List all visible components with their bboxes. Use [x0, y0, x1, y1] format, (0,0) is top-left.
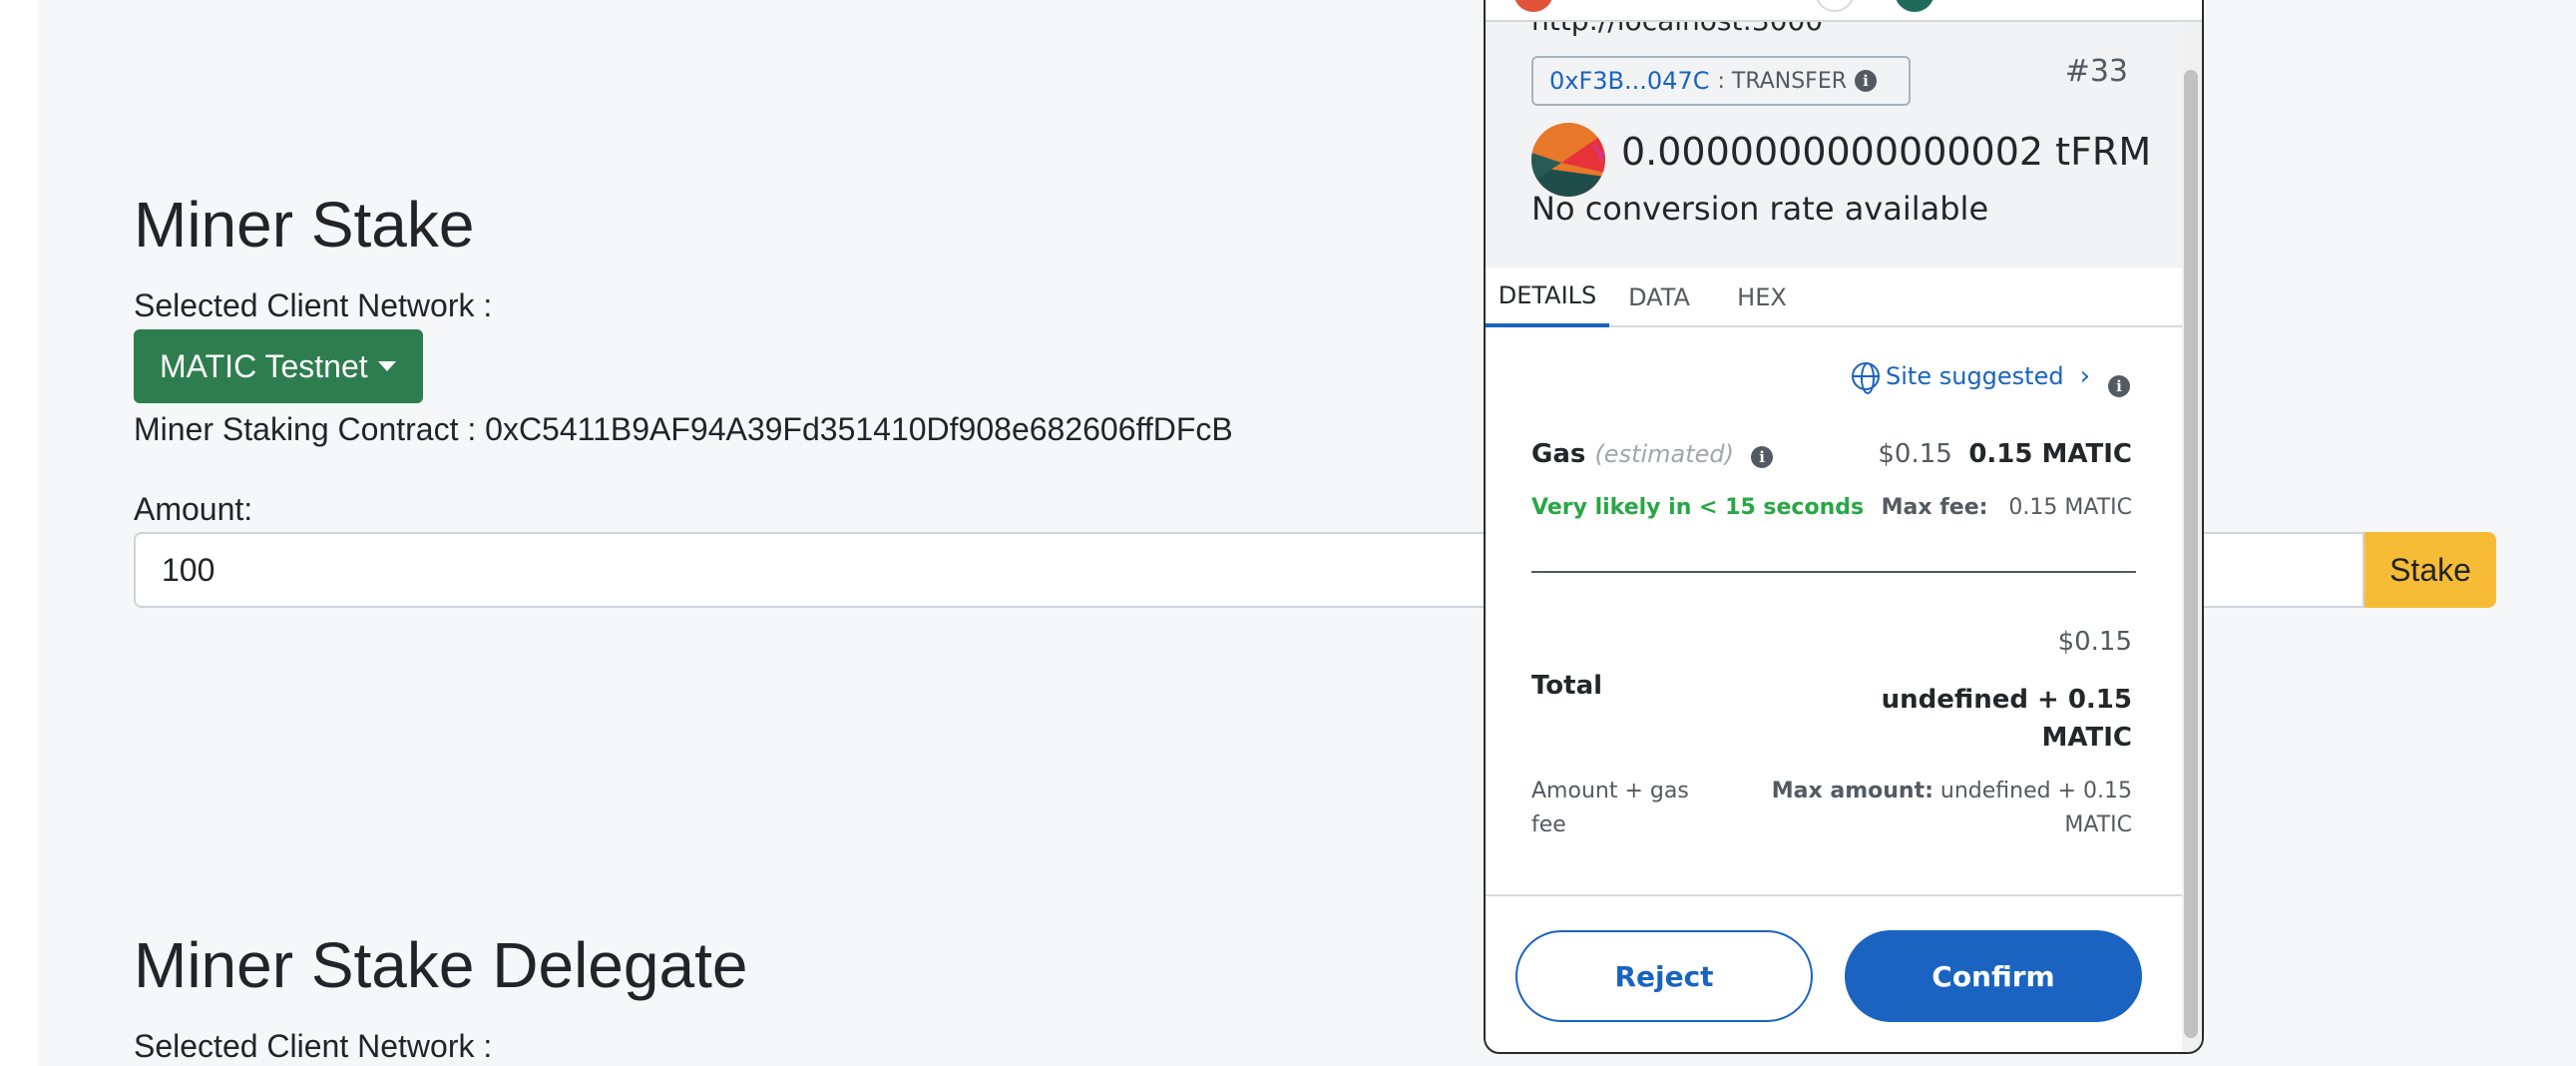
gas-estimated: (estimated) — [1594, 440, 1735, 468]
caret-down-icon — [377, 361, 396, 371]
gas-speed: Very likely in < 15 seconds — [1531, 495, 1865, 520]
network-label: Selected Client Network : — [134, 287, 493, 323]
method-badge[interactable]: 0xF3B...047C : TRANSFER i — [1531, 56, 1911, 106]
popup-top-strip — [1486, 0, 2202, 22]
max-amount-value-line2: MATIC — [2064, 812, 2132, 837]
total-value-line1: undefined + 0.15 — [1881, 685, 2132, 715]
chevron-right-icon: › — [2079, 361, 2090, 391]
recipient-dot-icon — [1895, 0, 1934, 12]
metamask-confirmation-popup: http://localhost:3000 0xF3B...047C : TRA… — [1484, 0, 2204, 1054]
contract-address-line: Miner Staking Contract : 0xC5411B9AF94A3… — [134, 411, 1233, 447]
nonce: #33 — [2064, 54, 2128, 89]
amount-gas-label: Amount + gas fee — [1531, 775, 1689, 842]
max-amount-label: Max amount: — [1771, 779, 1933, 803]
contract-address-link[interactable]: 0xF3B...047C — [1549, 67, 1709, 95]
footer-divider — [1486, 894, 2184, 896]
miner-stake-delegate-title: Miner Stake Delegate — [134, 929, 748, 1001]
gas-fiat: $0.15 — [1878, 439, 1952, 469]
max-fee-row: Max fee: 0.15 MATIC — [1882, 495, 2132, 520]
token-avatar-icon — [1531, 123, 1605, 197]
amount-gas-line2: fee — [1531, 812, 1566, 837]
conversion-rate: No conversion rate available — [1531, 190, 1989, 228]
network-button-label: MATIC Testnet — [160, 347, 368, 384]
max-amount-value: undefined + 0.15 — [1939, 779, 2132, 803]
stake-button[interactable]: Stake — [2364, 532, 2496, 608]
gas-amounts: $0.15 0.15 MATIC — [1878, 439, 2132, 469]
site-suggested-link[interactable]: Site suggested › — [1852, 361, 2090, 394]
network-label-2: Selected Client Network : — [134, 1028, 493, 1064]
info-icon[interactable]: i — [2108, 375, 2130, 397]
tab-data[interactable]: DATA — [1609, 267, 1709, 327]
scrollbar-thumb[interactable] — [2184, 70, 2198, 1038]
token-amount: 0.0000000000000002 tFRM — [1621, 130, 2152, 174]
max-amount: Max amount: undefined + 0.15 MATIC — [1772, 775, 2132, 842]
total-label: Total — [1531, 671, 1603, 701]
info-icon[interactable]: i — [1751, 446, 1774, 468]
amount-label: Amount: — [134, 491, 253, 527]
arrow-circle-icon — [1815, 0, 1855, 12]
total-value-line2: MATIC — [2041, 723, 2132, 753]
detail-tabs: DETAILS DATA HEX — [1486, 267, 2184, 327]
max-fee-label: Max fee: — [1881, 495, 1988, 520]
reject-button[interactable]: Reject — [1515, 930, 1813, 1022]
divider — [1531, 571, 2136, 573]
gas-matic: 0.15 MATIC — [1968, 439, 2132, 469]
gas-label: Gas — [1531, 439, 1586, 469]
origin-url: http://localhost:3000 — [1531, 22, 1823, 52]
site-suggested-label: Site suggested — [1886, 362, 2064, 390]
total-fiat: $0.15 — [2057, 627, 2132, 657]
gas-row-label: Gas (estimated) i — [1531, 439, 1774, 469]
tab-hex[interactable]: HEX — [1717, 267, 1807, 327]
globe-icon — [1852, 362, 1881, 394]
total-value: undefined + 0.15 MATIC — [1882, 681, 2132, 757]
network-dropdown-button[interactable]: MATIC Testnet — [134, 329, 423, 403]
amount-gas-line1: Amount + gas — [1531, 779, 1689, 803]
account-dot-icon — [1513, 0, 1553, 12]
max-fee-value: 0.15 MATIC — [2008, 495, 2132, 520]
miner-stake-title: Miner Stake — [134, 189, 475, 261]
confirm-button[interactable]: Confirm — [1845, 930, 2142, 1022]
info-icon[interactable]: i — [1855, 70, 1878, 92]
method-name: : TRANSFER — [1717, 68, 1848, 94]
tab-details[interactable]: DETAILS — [1486, 267, 1609, 327]
